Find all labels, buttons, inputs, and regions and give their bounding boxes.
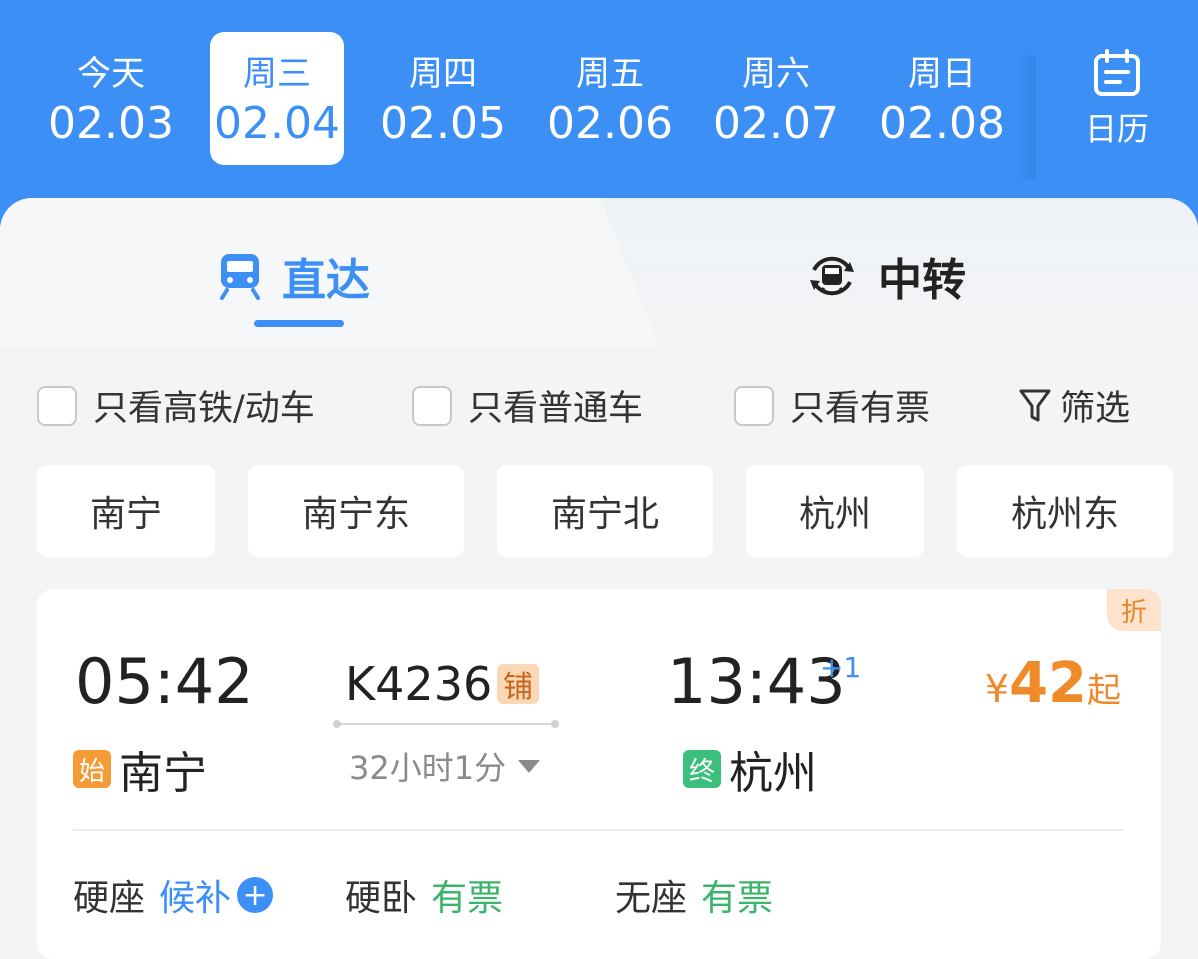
arrival-station: 终 杭州 (683, 737, 817, 801)
route-line (333, 720, 559, 728)
seat-hard-sleeper[interactable]: 硬卧 有票 (345, 869, 503, 921)
station-chip-nanning[interactable]: 南宁 (37, 465, 215, 557)
departure-station: 始 南宁 (73, 737, 207, 801)
filter-high-speed-label: 只看高铁/动车 (93, 389, 315, 429)
station-chip-hangzhou-east[interactable]: 杭州东 (957, 465, 1173, 557)
filter-button[interactable]: 筛选 (1018, 380, 1130, 431)
date-label: 02.08 (879, 98, 1005, 149)
tab-direct[interactable]: 直达 (218, 246, 370, 306)
departure-station-name: 南宁 (119, 748, 207, 799)
price-value: 42 (1009, 651, 1087, 716)
weekday-label: 今天 (77, 54, 145, 94)
train-card[interactable]: 折 05:42 K4236 铺 32小时1分 13:43 +1 ¥ 42 起 始… (37, 589, 1161, 959)
train-icon (218, 252, 262, 300)
origin-tag: 始 (73, 750, 111, 788)
date-label: 02.03 (48, 98, 174, 149)
station-chips: 南宁 南宁东 南宁北 杭州 杭州东 (0, 465, 1198, 557)
transfer-train-icon (806, 250, 858, 302)
filter-available-label: 只看有票 (790, 389, 931, 429)
duration-toggle[interactable]: 32小时1分 (349, 743, 541, 789)
seat-type: 硬卧 (345, 878, 418, 919)
filter-button-label: 筛选 (1060, 389, 1131, 429)
date-header: 今天 02.03 周三 02.04 周四 02.05 周五 02.06 周六 0… (0, 0, 1198, 215)
filter-normal-checkbox[interactable] (412, 385, 452, 426)
date-tab-0207[interactable]: 周六 02.07 (709, 32, 843, 165)
seat-type: 硬座 (73, 878, 146, 919)
weekday-label: 周日 (908, 54, 976, 94)
filter-normal[interactable]: 只看普通车 (412, 380, 643, 431)
date-tab-0203[interactable]: 今天 02.03 (44, 32, 178, 165)
duration-label: 32小时1分 (349, 749, 507, 787)
seat-hard-seat[interactable]: 硬座 候补 + (73, 869, 274, 921)
date-label: 02.06 (547, 98, 673, 149)
calendar-label: 日历 (1084, 110, 1149, 148)
price: ¥ 42 起 (985, 651, 1121, 716)
sleeper-badge: 铺 (497, 664, 539, 705)
date-tab-0205[interactable]: 周四 02.05 (376, 32, 510, 165)
arrival-station-name: 杭州 (729, 748, 817, 799)
terminal-tag: 终 (683, 750, 721, 788)
seat-no-seat[interactable]: 无座 有票 (615, 869, 773, 921)
filter-high-speed-checkbox[interactable] (37, 385, 77, 426)
price-suffix: 起 (1087, 671, 1121, 711)
active-tab-indicator (254, 320, 344, 327)
tab-transfer[interactable]: 中转 (806, 246, 966, 306)
date-tab-0206[interactable]: 周五 02.06 (543, 32, 677, 165)
station-chip-hangzhou[interactable]: 杭州 (746, 465, 924, 557)
seat-type: 无座 (615, 878, 688, 919)
calendar-divider-shadow (1018, 55, 1036, 180)
date-tab-0208[interactable]: 周日 02.08 (875, 32, 1009, 165)
caret-down-icon (518, 759, 541, 773)
tab-direct-label: 直达 (282, 255, 370, 306)
price-currency: ¥ (984, 667, 1010, 711)
station-chip-nanning-east[interactable]: 南宁东 (248, 465, 464, 557)
next-day-indicator: +1 (820, 651, 862, 684)
card-divider (73, 829, 1123, 831)
train-number: K4236 (345, 657, 493, 711)
funnel-icon (1019, 389, 1051, 421)
date-label: 02.05 (380, 98, 506, 149)
tab-transfer-label: 中转 (878, 255, 966, 306)
seat-status: 有票 (431, 878, 504, 919)
filter-normal-label: 只看普通车 (468, 389, 644, 429)
seat-status: 有票 (701, 878, 774, 919)
departure-time: 05:42 (75, 645, 254, 718)
seat-status: 候补 (159, 878, 232, 919)
calendar-button[interactable]: 日历 (1062, 44, 1172, 154)
date-label: 02.04 (214, 98, 340, 149)
filter-high-speed[interactable]: 只看高铁/动车 (37, 380, 315, 431)
discount-badge: 折 (1107, 589, 1161, 631)
calendar-icon (1094, 49, 1140, 96)
weekday-label: 周六 (742, 54, 810, 94)
filter-available[interactable]: 只看有票 (734, 380, 930, 431)
date-label: 02.07 (713, 98, 839, 149)
filter-available-checkbox[interactable] (734, 385, 774, 426)
weekday-label: 周三 (243, 54, 311, 94)
weekday-label: 周四 (409, 54, 477, 94)
date-tab-0204[interactable]: 周三 02.04 (210, 32, 344, 165)
station-chip-nanning-north[interactable]: 南宁北 (497, 465, 713, 557)
filter-bar: 只看高铁/动车 只看普通车 只看有票 筛选 (0, 380, 1198, 429)
results-panel: 直达 中转 只看高铁/动车 只看普通车 只看有票 筛选 南宁 南宁东 南宁北 杭… (0, 198, 1198, 959)
add-waitlist-icon[interactable]: + (237, 877, 274, 913)
arrival-time: 13:43 (667, 645, 846, 718)
weekday-label: 周五 (576, 54, 644, 94)
